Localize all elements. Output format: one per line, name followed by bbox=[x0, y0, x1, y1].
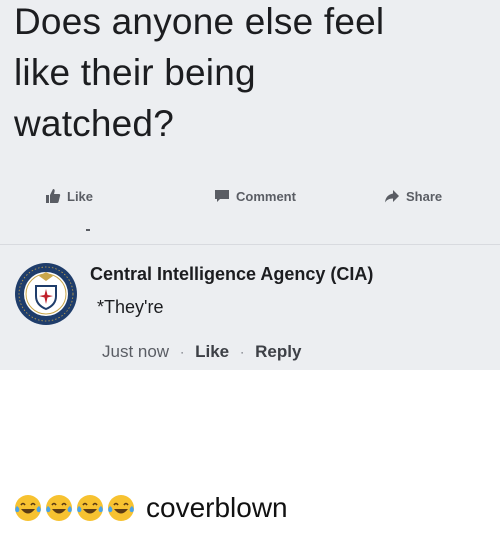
comment-text: *They're bbox=[97, 297, 164, 317]
face-with-tears-of-joy-icon bbox=[108, 495, 134, 521]
like-button[interactable]: Like bbox=[45, 188, 93, 204]
facebook-post: Does anyone else feel like their being w… bbox=[0, 0, 500, 370]
share-button[interactable]: Share bbox=[384, 188, 442, 204]
avatar[interactable] bbox=[14, 262, 78, 326]
separator-dot: · bbox=[180, 345, 185, 359]
like-label: Like bbox=[67, 188, 94, 204]
comment-label: Comment bbox=[236, 188, 296, 204]
thumbs-up-icon bbox=[46, 189, 61, 203]
share-arrow-icon bbox=[385, 190, 399, 203]
face-with-tears-of-joy-icon bbox=[77, 495, 103, 521]
face-with-tears-of-joy-icon bbox=[15, 495, 41, 521]
share-label: Share bbox=[406, 188, 443, 204]
cursor-mark bbox=[86, 229, 90, 231]
post-actions-bar: Like Comment Share bbox=[0, 188, 500, 214]
comment-author[interactable]: Central Intelligence Agency (CIA) bbox=[90, 264, 373, 285]
comment-button[interactable]: Comment bbox=[214, 188, 296, 204]
meme-caption: coverblown bbox=[14, 492, 288, 524]
speech-bubble-icon bbox=[215, 190, 229, 202]
comment-meta: Just now · Like · Reply bbox=[102, 342, 301, 362]
cia-seal-icon bbox=[15, 263, 77, 325]
face-with-tears-of-joy-icon bbox=[46, 495, 72, 521]
comment-reply-link[interactable]: Reply bbox=[255, 342, 301, 362]
post-text: Does anyone else feel like their being w… bbox=[14, 1, 385, 144]
comment-like-link[interactable]: Like bbox=[195, 342, 229, 362]
comment-timestamp: Just now bbox=[102, 342, 170, 361]
caption-text: coverblown bbox=[146, 492, 288, 523]
divider bbox=[0, 244, 500, 245]
separator-dot: · bbox=[240, 345, 245, 359]
